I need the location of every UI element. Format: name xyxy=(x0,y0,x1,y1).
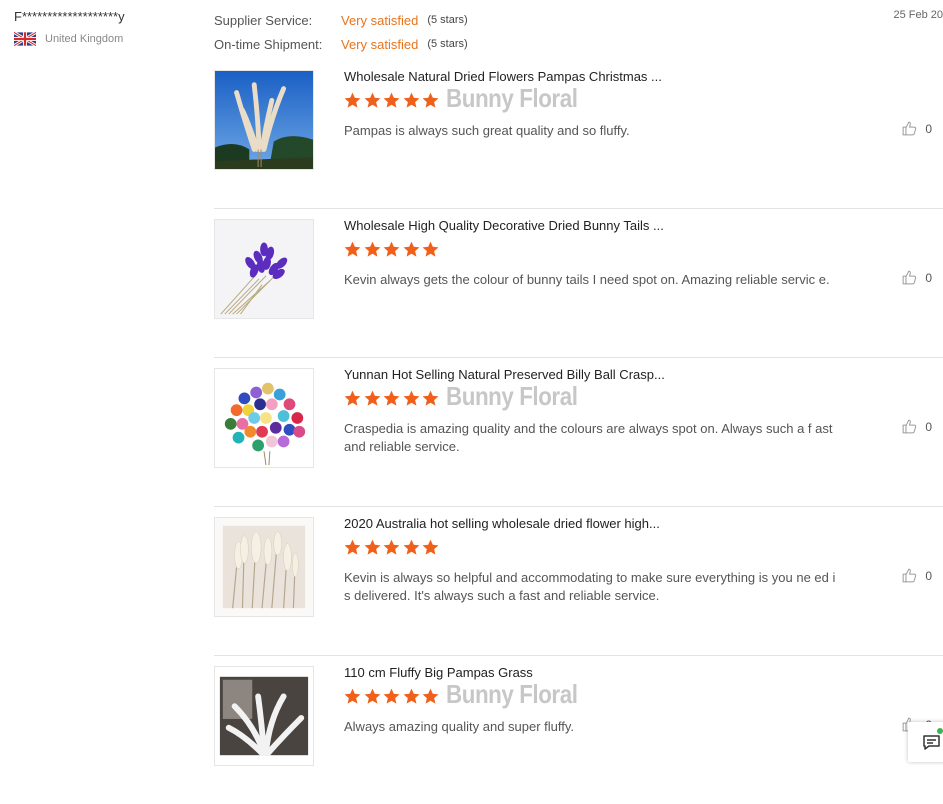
star-icon xyxy=(343,538,362,557)
product-title-link[interactable]: 2020 Australia hot selling wholesale dri… xyxy=(344,516,660,531)
purple-bunny-tails-image xyxy=(215,220,313,318)
star-icon xyxy=(363,91,382,110)
review-date: 25 Feb 20 xyxy=(893,9,943,21)
star-icon xyxy=(382,389,401,408)
thumbs-up-icon xyxy=(902,568,917,583)
rating-stars-text: (5 stars) xyxy=(427,14,468,26)
product-thumbnail[interactable] xyxy=(214,70,314,170)
product-review: Wholesale Natural Dried Flowers Pampas C… xyxy=(214,60,943,209)
watermark-text: Bunny Floral xyxy=(446,83,578,113)
like-count: 0 xyxy=(925,121,932,136)
product-review: Wholesale High Quality Decorative Dried … xyxy=(214,209,943,358)
rating-supplier-service: Supplier Service: Very satisfied (5 star… xyxy=(214,8,468,32)
product-review: Yunnan Hot Selling Natural Preserved Bil… xyxy=(214,358,943,507)
product-review-list: Wholesale Natural Dried Flowers Pampas C… xyxy=(214,60,943,804)
like-count: 0 xyxy=(925,419,932,434)
product-title-link[interactable]: Yunnan Hot Selling Natural Preserved Bil… xyxy=(344,367,665,382)
star-icon xyxy=(402,240,421,259)
star-rating xyxy=(343,538,441,557)
star-icon xyxy=(421,389,440,408)
thumbs-up-icon xyxy=(902,121,917,136)
uk-flag-icon xyxy=(14,32,36,46)
star-icon xyxy=(343,687,362,706)
product-title-link[interactable]: 110 cm Fluffy Big Pampas Grass xyxy=(344,665,533,680)
watermark-text: Bunny Floral xyxy=(446,679,578,709)
product-review: 2020 Australia hot selling wholesale dri… xyxy=(214,507,943,656)
thumbs-up-icon xyxy=(902,419,917,434)
star-icon xyxy=(402,687,421,706)
product-thumbnail[interactable] xyxy=(214,219,314,319)
product-title-link[interactable]: Wholesale Natural Dried Flowers Pampas C… xyxy=(344,69,662,84)
star-icon xyxy=(421,687,440,706)
star-icon xyxy=(382,538,401,557)
star-rating xyxy=(343,91,441,110)
star-icon xyxy=(402,91,421,110)
star-rating xyxy=(343,389,441,408)
product-thumbnail[interactable] xyxy=(214,666,314,766)
colorful-billy-balls-image xyxy=(215,369,313,467)
review-comment: Pampas is always such great quality and … xyxy=(344,123,630,138)
star-rating xyxy=(343,687,441,706)
chat-icon xyxy=(923,735,940,750)
star-icon xyxy=(382,687,401,706)
reviewer-info: F*******************y United Kingdom xyxy=(14,9,125,46)
watermark-text: Bunny Floral xyxy=(446,381,578,411)
star-icon xyxy=(343,389,362,408)
star-icon xyxy=(382,240,401,259)
pampas-blue-sky-image xyxy=(215,71,313,169)
star-icon xyxy=(421,240,440,259)
rating-stars-text: (5 stars) xyxy=(427,38,468,50)
star-rating xyxy=(343,240,441,259)
star-icon xyxy=(382,91,401,110)
fluffy-pampas-window-image xyxy=(215,667,313,765)
star-icon xyxy=(363,538,382,557)
star-icon xyxy=(343,91,362,110)
star-icon xyxy=(402,389,421,408)
star-icon xyxy=(421,91,440,110)
like-count: 0 xyxy=(925,270,932,285)
online-indicator xyxy=(937,728,943,734)
supplier-ratings: Supplier Service: Very satisfied (5 star… xyxy=(214,8,468,56)
dried-grass-bundle-image xyxy=(215,518,313,616)
review-comment: Always amazing quality and super fluffy. xyxy=(344,719,575,734)
star-icon xyxy=(421,538,440,557)
rating-label: Supplier Service: xyxy=(214,12,313,28)
country-label: United Kingdom xyxy=(45,33,124,45)
review-comment: Kevin is always so helpful and accommoda… xyxy=(344,570,836,603)
rating-label: On-time Shipment: xyxy=(214,36,323,52)
like-button[interactable]: 0 xyxy=(901,418,932,435)
like-button[interactable]: 0 xyxy=(901,120,932,137)
review-comment: Kevin always gets the colour of bunny ta… xyxy=(344,272,830,287)
star-icon xyxy=(363,240,382,259)
rating-ontime-shipment: On-time Shipment: Very satisfied (5 star… xyxy=(214,32,468,56)
chat-button[interactable] xyxy=(908,722,943,762)
rating-value: Very satisfied xyxy=(341,12,419,28)
star-icon xyxy=(402,538,421,557)
reviewer-name: F*******************y xyxy=(14,9,125,24)
product-thumbnail[interactable] xyxy=(214,517,314,617)
star-icon xyxy=(343,240,362,259)
like-button[interactable]: 0 xyxy=(901,269,932,286)
product-title-link[interactable]: Wholesale High Quality Decorative Dried … xyxy=(344,218,664,233)
like-count: 0 xyxy=(925,568,932,583)
rating-value: Very satisfied xyxy=(341,36,419,52)
thumbs-up-icon xyxy=(902,270,917,285)
like-button[interactable]: 0 xyxy=(901,567,932,584)
product-review: 110 cm Fluffy Big Pampas Grass Bunny Flo… xyxy=(214,656,943,804)
star-icon xyxy=(363,389,382,408)
star-icon xyxy=(363,687,382,706)
reviewer-country: United Kingdom xyxy=(14,32,125,46)
product-thumbnail[interactable] xyxy=(214,368,314,468)
review-comment: Craspedia is amazing quality and the col… xyxy=(344,421,833,454)
